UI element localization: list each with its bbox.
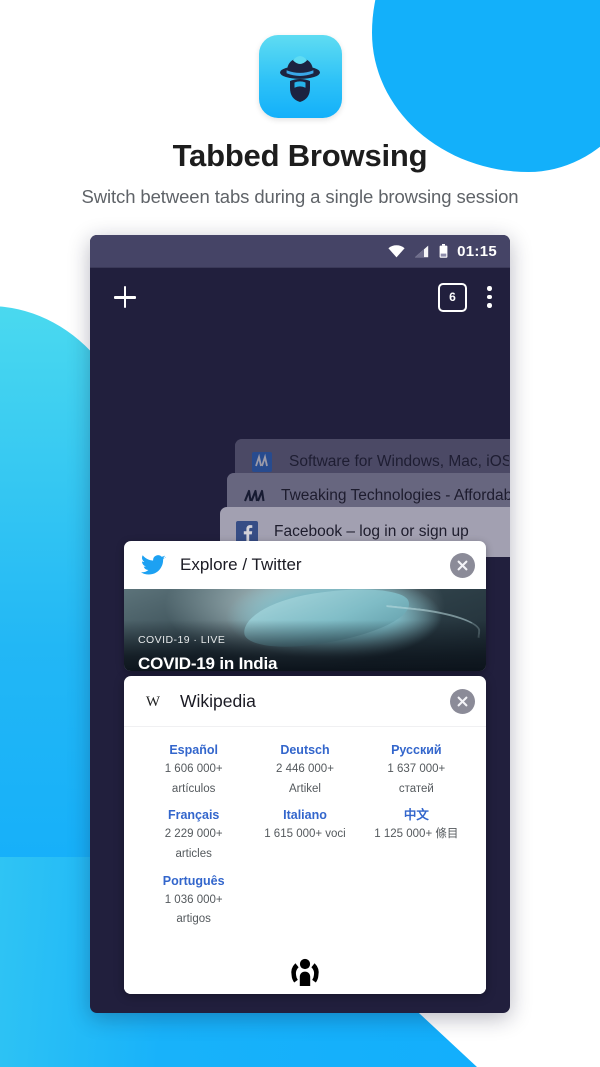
language-unit: artigos <box>176 913 211 926</box>
wikipedia-content: · · · · · · Español 1 606 000+ artículos… <box>124 726 486 989</box>
preview-headline: COVID-19 in India <box>138 654 278 671</box>
language-unit: artículos <box>171 782 216 795</box>
language-name[interactable]: Русский <box>364 743 469 758</box>
tab-title: Software for Windows, Mac, iOS & <box>289 453 509 470</box>
phone-mockup: 01:15 6 Software for Windows, Mac, iOS & <box>90 235 510 1013</box>
browser-toolbar: 6 <box>90 268 510 326</box>
macpaw-icon <box>249 449 275 475</box>
list-item[interactable]: Deutsch 2 446 000+ Artikel <box>249 743 360 797</box>
language-count: 1 637 000+ <box>387 763 446 775</box>
twitter-icon <box>140 552 166 578</box>
tab-card-twitter[interactable]: Explore / Twitter COVID-19 · LIVE COVID-… <box>124 541 486 671</box>
status-bar: 01:15 <box>90 235 510 268</box>
preview-kicker: COVID-19 · LIVE <box>138 634 226 646</box>
language-unit: articles <box>175 848 212 861</box>
language-count: 1 125 000+ 條目 <box>374 828 459 841</box>
tab-header: W Wikipedia <box>124 676 486 726</box>
language-name[interactable]: Português <box>141 874 246 889</box>
incognito-fedora-icon <box>258 35 342 118</box>
close-icon[interactable] <box>450 552 475 578</box>
language-count: 1 036 000+ <box>164 893 223 906</box>
language-name[interactable]: Deutsch <box>252 743 357 758</box>
clipped-text-row: · · · · · · <box>138 726 472 727</box>
language-count: 2 446 000+ <box>276 763 334 775</box>
list-item[interactable]: Español 1 606 000+ artículos <box>138 743 249 797</box>
language-unit: статей <box>398 782 434 795</box>
wikipedia-w-icon: W <box>140 688 166 714</box>
tab-card-wikipedia[interactable]: W Wikipedia · · · · · · Español 1 606 00… <box>124 676 486 994</box>
tab-stack: Software for Windows, Mac, iOS & Tweakin… <box>90 326 510 1013</box>
page-title: Tabbed Browsing <box>172 138 428 173</box>
language-name[interactable]: 中文 <box>364 808 469 823</box>
list-item[interactable]: Português 1 036 000+ artigos <box>138 874 249 928</box>
wifi-icon <box>388 244 405 257</box>
wikipedia-footer <box>124 950 486 994</box>
tab-count-button[interactable]: 6 <box>438 282 467 312</box>
tab-header: Explore / Twitter <box>124 541 486 589</box>
language-name[interactable]: Español <box>141 743 246 758</box>
tab-title: Wikipedia <box>180 690 256 711</box>
language-count: 2 229 000+ <box>164 828 223 841</box>
language-count: 1 606 000+ <box>164 763 223 775</box>
signal-icon <box>415 245 429 257</box>
list-item[interactable]: Italiano 1 615 000+ voci <box>249 808 360 862</box>
wikipedia-page-preview: · · · · · · Español 1 606 000+ artículos… <box>124 726 486 994</box>
page-subtitle: Switch between tabs during a single brow… <box>81 186 519 207</box>
language-name[interactable]: Français <box>141 808 246 823</box>
battery-icon <box>439 244 448 258</box>
tab-title: Tweaking Technologies - Affordabl <box>281 487 510 504</box>
language-grid: Español 1 606 000+ artículos Deutsch 2 4… <box>138 743 472 928</box>
more-vertical-icon[interactable] <box>487 286 492 308</box>
list-item[interactable]: Русский 1 637 000+ статей <box>361 743 472 797</box>
list-item[interactable]: Français 2 229 000+ articles <box>138 808 249 862</box>
language-name[interactable]: Italiano <box>252 808 357 823</box>
close-icon[interactable] <box>450 688 475 714</box>
list-item[interactable]: 中文 1 125 000+ 條目 <box>361 808 472 862</box>
tab-title: Explore / Twitter <box>180 555 302 574</box>
wikimedia-foundation-icon <box>291 958 319 986</box>
language-unit: Artikel <box>289 782 321 795</box>
status-clock: 01:15 <box>457 242 497 260</box>
plus-icon[interactable] <box>110 282 140 312</box>
promo-header: Tabbed Browsing Switch between tabs duri… <box>0 0 600 208</box>
language-count: 1 615 000+ voci <box>264 828 346 841</box>
tab-title: Facebook – log in or sign up <box>274 523 469 540</box>
tab-preview-twitter: COVID-19 · LIVE COVID-19 in India <box>124 589 486 671</box>
tweaking-icon <box>241 483 267 509</box>
svg-text:W: W <box>146 694 161 710</box>
